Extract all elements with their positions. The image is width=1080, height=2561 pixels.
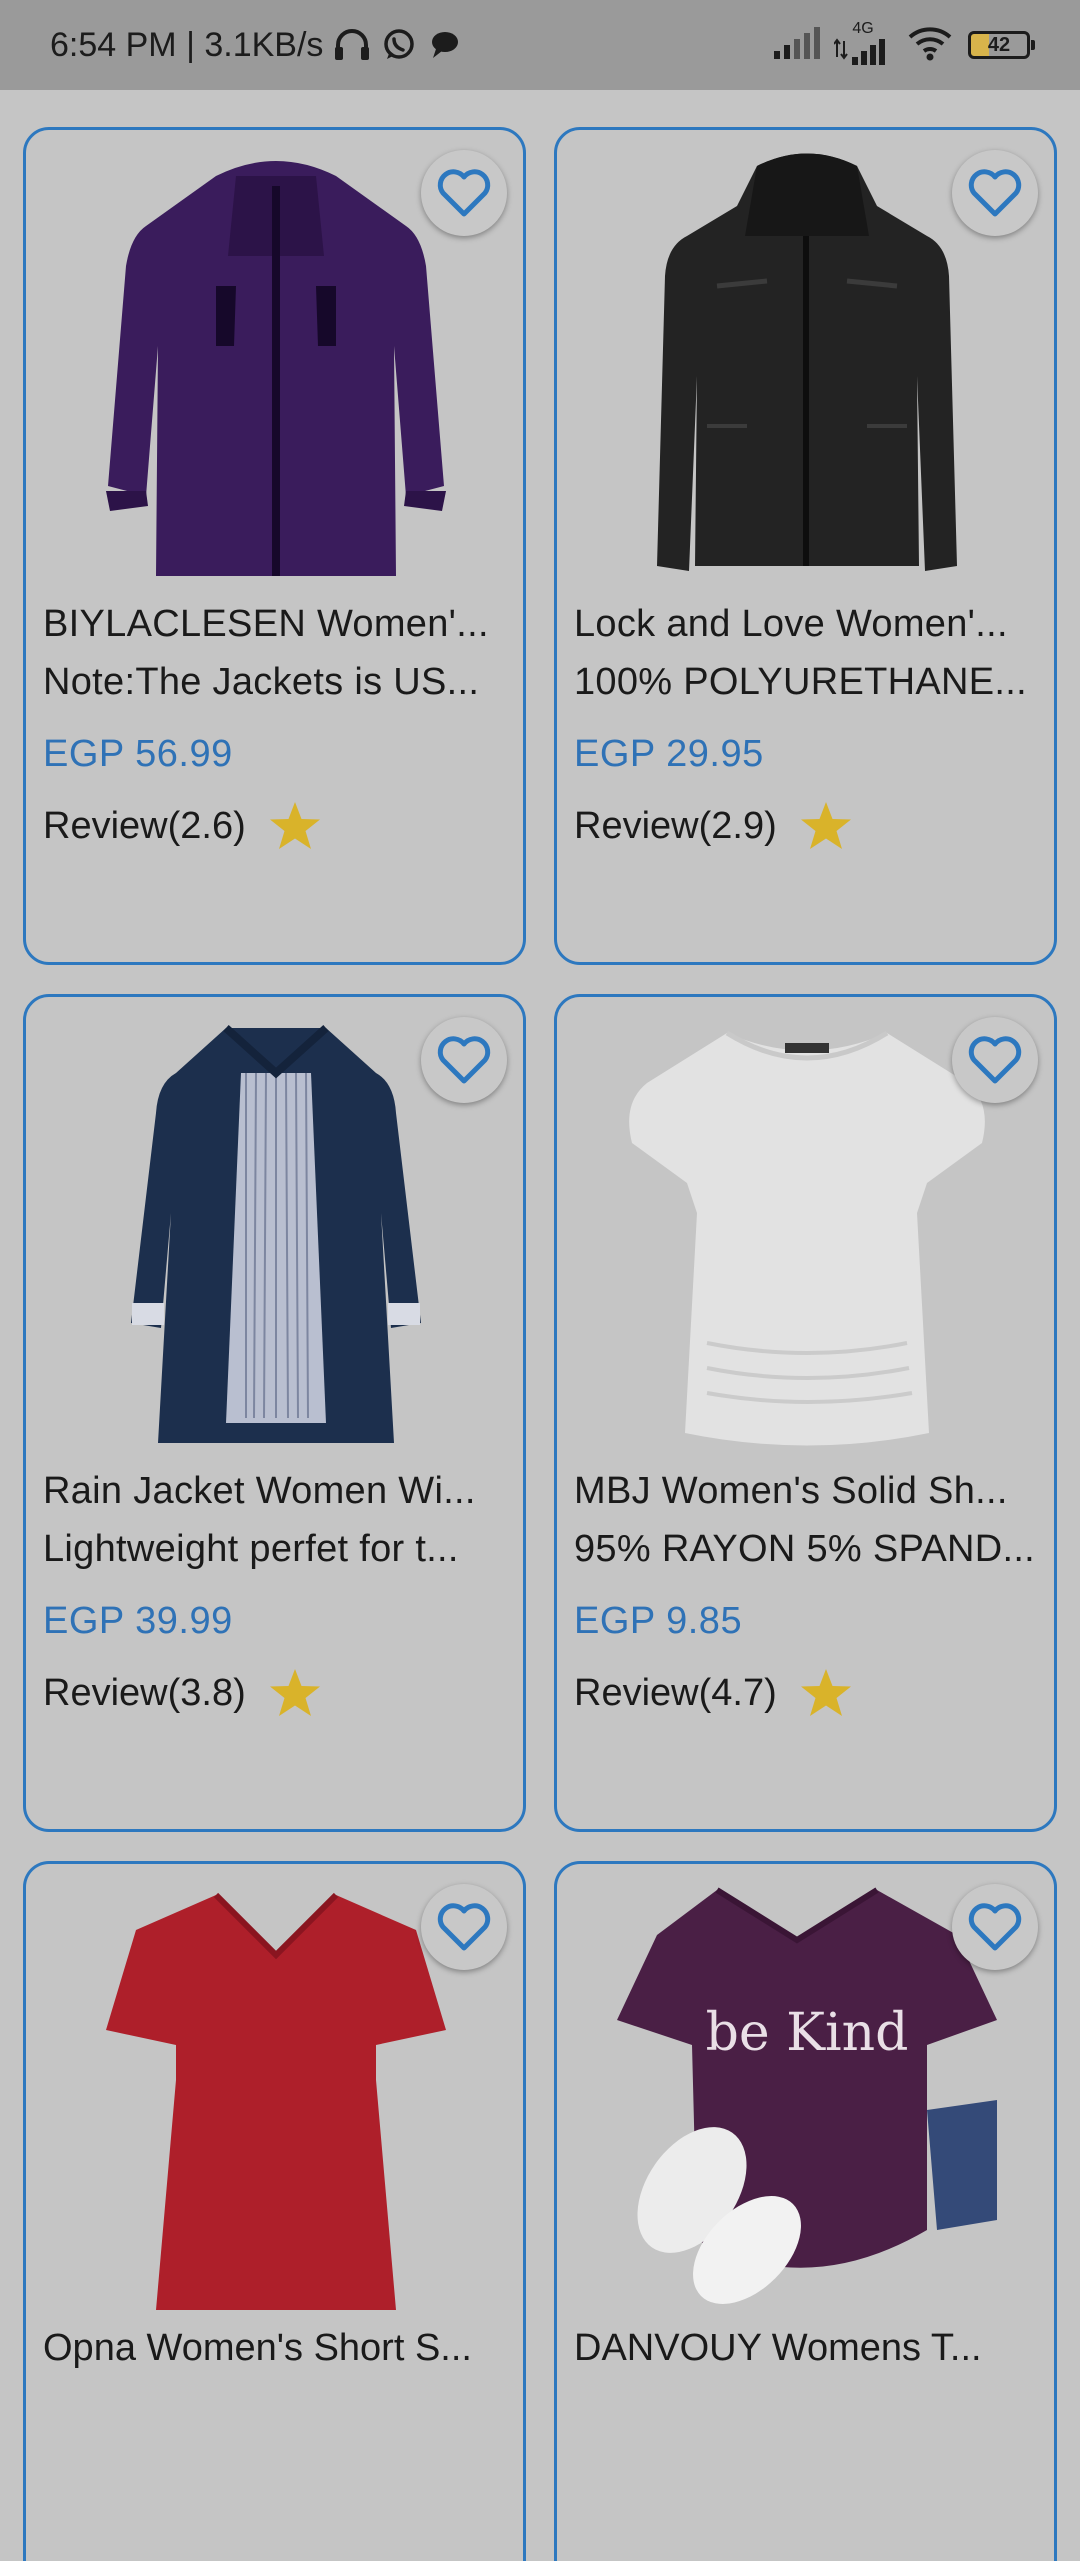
product-title: BIYLACLESEN Women'... <box>43 603 489 645</box>
star-icon <box>268 1667 322 1719</box>
product-price: EGP 29.95 <box>574 733 764 775</box>
favorite-button[interactable] <box>952 1017 1038 1103</box>
chat-bubble-icon <box>427 29 461 61</box>
tshirt-print-text: be Kind <box>706 2003 909 2063</box>
signal-1-icon <box>772 26 820 64</box>
product-price: EGP 9.85 <box>574 1600 743 1642</box>
wifi-icon <box>906 25 954 66</box>
heart-icon <box>437 1036 491 1084</box>
product-description: 95% RAYON 5% SPAND... <box>574 1528 1036 1570</box>
product-description: 100% POLYURETHANE... <box>574 661 1028 703</box>
status-left: 6:54 PM | 3.1KB/s <box>50 0 461 90</box>
network-type: 4G <box>852 19 874 37</box>
product-review: Review(4.7) <box>574 1667 853 1719</box>
product-title: Lock and Love Women'... <box>574 603 1008 645</box>
product-title: Rain Jacket Women Wi... <box>43 1470 476 1512</box>
product-card[interactable]: Rain Jacket Women Wi... Lightweight perf… <box>23 994 526 1832</box>
product-price: EGP 56.99 <box>43 733 233 775</box>
heart-icon <box>437 169 491 217</box>
product-title: MBJ Women's Solid Sh... <box>574 1470 1008 1512</box>
favorite-button[interactable] <box>421 1884 507 1970</box>
product-grid: BIYLACLESEN Women'... Note:The Jackets i… <box>23 127 1057 2561</box>
product-review: Review(2.6) <box>43 800 322 852</box>
product-price: EGP 39.99 <box>43 1600 233 1642</box>
product-card[interactable]: Opna Women's Short S... <box>23 1861 526 2561</box>
review-label: Review(2.6) <box>43 804 246 847</box>
battery-icon: 42 <box>968 31 1035 59</box>
headphones-icon <box>333 27 371 63</box>
heart-icon <box>437 1903 491 1951</box>
status-time: 6:54 PM | 3.1KB/s <box>50 25 324 64</box>
product-title: DANVOUY Womens T... <box>574 2327 982 2369</box>
product-card[interactable]: BIYLACLESEN Women'... Note:The Jackets i… <box>23 127 526 965</box>
product-description: Lightweight perfet for t... <box>43 1528 459 1570</box>
star-icon <box>799 1667 853 1719</box>
product-description: Note:The Jackets is US... <box>43 661 480 703</box>
heart-icon <box>968 169 1022 217</box>
star-icon <box>268 800 322 852</box>
favorite-button[interactable] <box>952 1884 1038 1970</box>
signal-4g-icon: 4G <box>833 19 892 70</box>
product-review: Review(3.8) <box>43 1667 322 1719</box>
review-label: Review(4.7) <box>574 1671 777 1714</box>
favorite-button[interactable] <box>952 150 1038 236</box>
product-card[interactable]: MBJ Women's Solid Sh... 95% RAYON 5% SPA… <box>554 994 1057 1832</box>
star-icon <box>799 800 853 852</box>
favorite-button[interactable] <box>421 150 507 236</box>
product-card[interactable]: Lock and Love Women'... 100% POLYURETHAN… <box>554 127 1057 965</box>
heart-icon <box>968 1036 1022 1084</box>
status-bar: 6:54 PM | 3.1KB/s 4G 42 <box>0 0 1080 90</box>
product-title: Opna Women's Short S... <box>43 2327 472 2369</box>
status-right: 4G 42 <box>772 0 1035 90</box>
whatsapp-icon <box>381 27 417 63</box>
heart-icon <box>968 1903 1022 1951</box>
review-label: Review(2.9) <box>574 804 777 847</box>
review-label: Review(3.8) <box>43 1671 246 1714</box>
product-review: Review(2.9) <box>574 800 853 852</box>
favorite-button[interactable] <box>421 1017 507 1103</box>
product-card[interactable]: be Kind DANVOUY Womens T... <box>554 1861 1057 2561</box>
